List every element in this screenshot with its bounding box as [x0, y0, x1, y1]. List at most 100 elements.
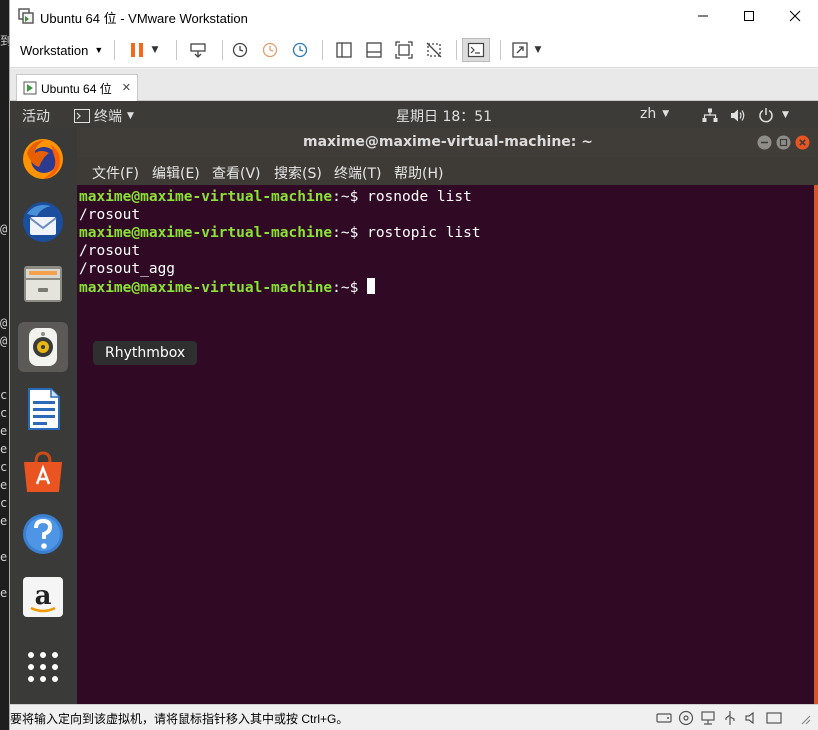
minimize-icon[interactable] [757, 135, 772, 150]
ubuntu-software-bag-icon [24, 451, 62, 492]
usb-device-icon[interactable] [722, 710, 738, 726]
snapshot-clock-icon [232, 42, 248, 58]
prompt-user-host: maxime@maxime-virtual-machine [79, 189, 333, 205]
unity-icon [426, 42, 442, 58]
menu-edit[interactable]: 编辑(E) [152, 163, 200, 183]
terminal-header[interactable]: maxime@maxime-virtual-machine: ~ [77, 128, 818, 157]
close-icon[interactable] [795, 135, 810, 150]
display-icon[interactable] [766, 710, 782, 726]
hard-disk-icon[interactable] [656, 710, 672, 726]
chevron-down-icon: ▼ [534, 45, 542, 55]
prompt-suffix: :~$ [332, 225, 368, 241]
dock-item-rhythmbox[interactable] [18, 322, 68, 372]
app-menu-button[interactable]: 终端 ▼ [74, 106, 134, 126]
close-button[interactable] [772, 0, 818, 32]
tab-close-icon[interactable]: ✕ [122, 81, 131, 94]
background-char: 到 [0, 34, 9, 48]
terminal-scrollbar[interactable] [814, 185, 818, 704]
console-view-button[interactable] [462, 38, 490, 62]
menu-terminal[interactable]: 终端(T) [334, 163, 381, 183]
app-grid-icon [28, 652, 58, 682]
prompt-suffix: :~$ [332, 280, 368, 296]
toolbar-separator [222, 40, 223, 60]
terminal-window[interactable]: maxime@maxime-virtual-machine: ~ 文件(F) 编… [77, 128, 818, 704]
maximize-icon[interactable] [776, 135, 791, 150]
output-text: /rosout_agg [79, 261, 176, 277]
dock-item-amazon[interactable]: a [18, 572, 68, 622]
window-title: Ubuntu 64 位 - VMware Workstation [40, 11, 248, 26]
revert-snapshot-button[interactable] [258, 38, 282, 62]
help-question-icon [23, 514, 63, 554]
terminal-app-icon [74, 109, 90, 123]
minimize-icon [698, 15, 708, 17]
show-applications-button[interactable] [18, 642, 68, 692]
thunderbird-icon [23, 202, 63, 242]
unity-mode-button[interactable] [422, 38, 446, 62]
terminal-menubar: 文件(F) 编辑(E) 查看(V) 搜索(S) 终端(T) 帮助(H) [77, 157, 818, 185]
firefox-icon [23, 139, 63, 179]
menu-view[interactable]: 查看(V) [212, 163, 261, 183]
guest-screen[interactable]: 活动 终端 ▼ 星期日 18：51 zh ▼ ▼ a maxime@maxime… [10, 101, 818, 704]
vmware-toolbar: Workstation ▼ ▼ ▼ [10, 32, 818, 68]
prompt-user-host: maxime@maxime-virtual-machine [79, 280, 333, 296]
activities-button[interactable]: 活动 [22, 106, 50, 126]
prompt-user-host: maxime@maxime-virtual-machine [79, 225, 333, 241]
terminal-icon [467, 42, 485, 58]
chevron-down-icon: ▼ [782, 110, 789, 120]
terminal-title: maxime@maxime-virtual-machine: ~ [302, 134, 593, 150]
sound-card-icon[interactable] [744, 710, 760, 726]
workstation-menu-button[interactable]: Workstation ▼ [20, 38, 103, 62]
thumbnail-bar-button[interactable] [362, 38, 386, 62]
system-menu-button[interactable]: ▼ [702, 107, 789, 123]
background-char: e [0, 478, 8, 492]
library-view-button[interactable] [332, 38, 356, 62]
snapshot-manager-button[interactable] [288, 38, 312, 62]
rhythmbox-speaker-icon [29, 328, 57, 366]
revert-clock-icon [262, 42, 278, 58]
background-char: @ [0, 334, 8, 348]
vm-running-icon [23, 81, 37, 95]
terminal-line: maxime@maxime-virtual-machine:~$ rostopi… [79, 224, 809, 242]
toolbar-separator [114, 40, 115, 60]
pause-vm-button[interactable]: ▼ [126, 38, 162, 62]
app-menu-label: 终端 [94, 109, 122, 125]
clock[interactable]: 星期日 18：51 [396, 106, 492, 126]
volume-icon [731, 109, 745, 121]
command-text: rosnode list [367, 189, 472, 205]
full-screen-button[interactable] [392, 38, 416, 62]
ubuntu-dock: a [10, 128, 77, 704]
files-cabinet-icon [24, 266, 62, 302]
menu-help[interactable]: 帮助(H) [394, 163, 443, 183]
dock-item-ubuntu-software[interactable] [18, 447, 68, 497]
toolbar-separator [456, 40, 457, 60]
stretch-view-button[interactable]: ▼ [506, 38, 546, 62]
dock-tooltip: Rhythmbox [93, 341, 198, 365]
resize-grip-icon[interactable] [796, 710, 812, 726]
sidebar-layout-icon [336, 42, 352, 58]
dock-item-help[interactable] [18, 509, 68, 559]
minimize-button[interactable] [680, 0, 726, 32]
window-titlebar[interactable]: Ubuntu 64 位 - VMware Workstation [10, 0, 818, 32]
cd-rom-icon[interactable] [678, 710, 694, 726]
menu-search[interactable]: 搜索(S) [274, 163, 322, 183]
send-ctrl-alt-del-button[interactable] [186, 38, 210, 62]
dock-item-thunderbird[interactable] [18, 197, 68, 247]
power-icon [759, 108, 773, 123]
tab-ubuntu-vm[interactable]: Ubuntu 64 位 ✕ [16, 74, 138, 101]
network-adapter-icon[interactable] [700, 710, 716, 726]
maximize-button[interactable] [726, 0, 772, 32]
dock-item-libreoffice-writer[interactable] [18, 384, 68, 434]
background-char: @ [0, 222, 8, 236]
menu-file[interactable]: 文件(F) [92, 163, 139, 183]
snapshot-button[interactable] [228, 38, 252, 62]
terminal-output[interactable]: maxime@maxime-virtual-machine:~$ rosnode… [79, 188, 809, 698]
toolbar-separator [322, 40, 323, 60]
network-wired-icon [702, 108, 718, 122]
input-method-button[interactable]: zh ▼ [640, 106, 669, 122]
dock-item-files[interactable] [18, 259, 68, 309]
background-char: e [0, 550, 8, 564]
status-message: 要将输入定向到该虚拟机，请将鼠标指针移入其中或按 Ctrl+G。 [10, 712, 349, 726]
chevron-down-icon: ▼ [94, 45, 104, 55]
dock-item-firefox[interactable] [18, 134, 68, 184]
amazon-icon: a [23, 577, 63, 617]
